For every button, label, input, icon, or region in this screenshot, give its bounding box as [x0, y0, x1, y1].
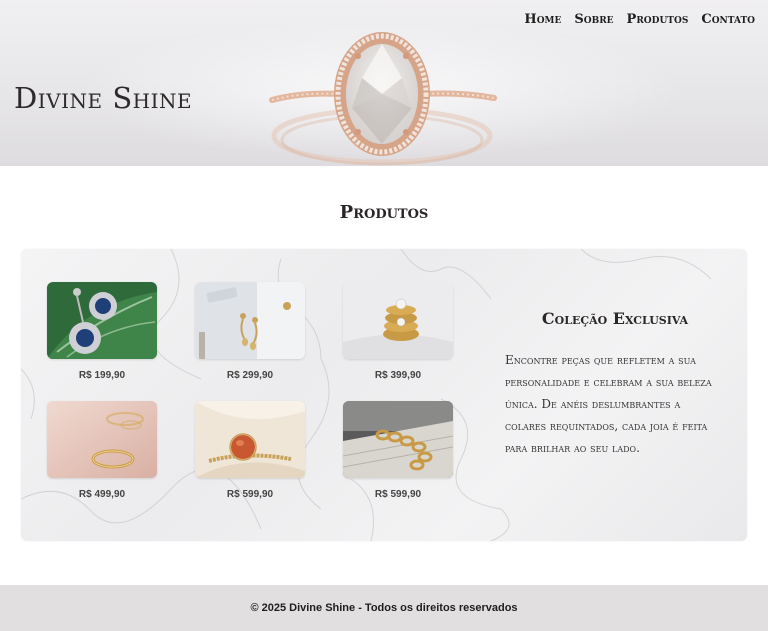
- product-image-coral-ring[interactable]: [195, 401, 305, 478]
- product-price: R$ 599,90: [226, 489, 274, 500]
- product-image-ring-on-pink[interactable]: [47, 401, 157, 478]
- hero-ring-image: [269, 32, 497, 166]
- footer-copyright: © 2025 Divine Shine - Todos os direitos …: [250, 602, 518, 614]
- product-card[interactable]: R$ 599,90: [343, 401, 453, 500]
- collection-block: Coleção Exclusiva Encontre peças que ref…: [505, 311, 725, 459]
- product-image-drop-earrings[interactable]: [195, 282, 305, 359]
- collection-description: Encontre peças que refletem a sua person…: [505, 353, 712, 455]
- products-section-title: Produtos: [339, 202, 429, 223]
- nav-contato-link[interactable]: Contato: [701, 13, 755, 26]
- product-card[interactable]: R$ 599,90: [195, 401, 305, 500]
- main-nav: Home Sobre Produtos Contato: [524, 13, 755, 26]
- product-image-chain-bracelet[interactable]: [343, 401, 453, 478]
- product-card[interactable]: R$ 299,90: [195, 282, 305, 381]
- product-price: R$ 299,90: [226, 370, 274, 381]
- product-image-earrings[interactable]: [47, 282, 157, 359]
- nav-home-link[interactable]: Home: [524, 13, 561, 26]
- product-price: R$ 599,90: [374, 489, 422, 500]
- brand-logo-text[interactable]: Divine Shine: [14, 84, 192, 113]
- nav-sobre-link[interactable]: Sobre: [574, 13, 613, 26]
- collection-title: Coleção Exclusiva: [541, 309, 689, 328]
- product-card[interactable]: R$ 499,90: [47, 401, 157, 500]
- nav-produtos-link[interactable]: Produtos: [627, 13, 689, 26]
- product-price: R$ 199,90: [78, 370, 126, 381]
- product-price: R$ 499,90: [78, 489, 126, 500]
- product-price: R$ 399,90: [374, 370, 422, 381]
- products-panel: R$ 199,90 R$ 299,90 R$ 399,90 R$ 499,90 …: [21, 249, 747, 541]
- hero-banner: Divine Shine Home Sobre Produtos Contato: [0, 0, 768, 166]
- product-card[interactable]: R$ 399,90: [343, 282, 453, 381]
- product-card[interactable]: R$ 199,90: [47, 282, 157, 381]
- product-image-stacked-rings[interactable]: [343, 282, 453, 359]
- footer: © 2025 Divine Shine - Todos os direitos …: [0, 585, 768, 631]
